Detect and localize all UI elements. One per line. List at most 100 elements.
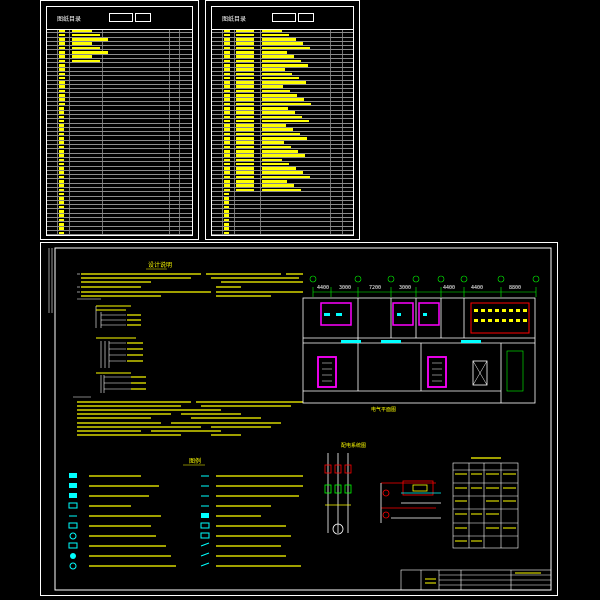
- index-row-text: [224, 154, 230, 157]
- index-row-text: [262, 158, 282, 162]
- index-row-text: [224, 115, 230, 119]
- index-row-text: [59, 51, 65, 54]
- index-row-text: [262, 171, 303, 174]
- index-row-text: [224, 119, 230, 123]
- index-row-text: [59, 188, 64, 192]
- index-row-text: [262, 132, 300, 136]
- title-block-text: [425, 572, 541, 584]
- index-row-text: [236, 162, 254, 166]
- index-row-text: [262, 149, 298, 153]
- right-index-header: 图纸目录: [212, 7, 353, 30]
- index-row-text: [262, 111, 295, 114]
- index-row-text: [59, 145, 64, 149]
- index-row-text: [59, 167, 64, 170]
- index-row-text: [236, 179, 254, 183]
- index-row-text: [224, 72, 230, 76]
- system-caption: 配电系统图: [341, 442, 366, 449]
- index-row-text: [262, 68, 285, 71]
- dim-label: 7200: [369, 285, 381, 291]
- index-row-text: [236, 111, 254, 114]
- index-row-text: [224, 184, 230, 187]
- index-row-text: [236, 68, 254, 71]
- index-row-text: [262, 94, 297, 97]
- index-row-text: [224, 145, 230, 149]
- index-row-text: [224, 46, 230, 50]
- index-row-text: [59, 76, 65, 80]
- left-index-header-marker: [109, 13, 133, 22]
- index-row-text: [224, 210, 229, 213]
- index-row-text: [59, 179, 64, 183]
- index-row-text: [72, 29, 92, 33]
- left-index-rows: [47, 29, 192, 236]
- system-diagram: [324, 453, 441, 535]
- index-row-text: [236, 59, 254, 63]
- index-row-text: [59, 210, 64, 213]
- design-notes-title: 设计说明: [148, 261, 172, 269]
- index-row-text: [236, 72, 254, 76]
- index-row-text: [262, 179, 287, 183]
- index-row-text: [236, 184, 254, 187]
- index-row-text: [59, 63, 65, 67]
- index-row-text: [59, 175, 64, 179]
- index-row-text: [236, 106, 254, 110]
- index-row-text: [59, 218, 64, 222]
- index-row-text: [262, 115, 302, 119]
- index-row-text: [224, 63, 230, 67]
- plan-dimension-labels: 4400 3000 7200 3000 4400 4400 8800: [317, 285, 521, 291]
- right-index-frame: 图纸目录: [211, 6, 354, 236]
- index-row-text: [236, 98, 254, 101]
- index-row-text: [224, 214, 229, 217]
- dim-label: 4400: [443, 285, 455, 291]
- index-row-text: [224, 98, 230, 101]
- equipment-table-cells: [455, 473, 516, 542]
- index-row-text: [59, 81, 65, 84]
- index-row-text: [224, 201, 229, 205]
- index-row-text: [224, 76, 230, 80]
- index-row-text: [236, 171, 254, 174]
- index-row-text: [224, 141, 230, 144]
- index-row-text: [236, 46, 254, 50]
- cable-tag-diagram: [95, 305, 146, 393]
- index-row-text: [262, 81, 306, 84]
- index-row-text: [224, 222, 229, 226]
- index-row-text: [262, 119, 309, 123]
- index-row-text: [236, 154, 254, 157]
- index-row-text: [224, 89, 230, 93]
- index-row-text: [236, 124, 254, 127]
- index-row-text: [262, 167, 296, 170]
- index-row-text: [224, 171, 230, 174]
- index-row-text: [224, 51, 230, 54]
- index-row-text: [262, 141, 284, 144]
- index-row-text: [224, 227, 229, 230]
- index-row-text: [59, 227, 64, 230]
- index-row-text: [224, 192, 229, 196]
- index-row-text: [59, 141, 64, 144]
- index-row-text: [59, 128, 64, 132]
- index-row-text: [262, 89, 290, 93]
- index-row-text: [262, 184, 294, 187]
- index-row-text: [59, 222, 64, 226]
- index-row-text: [236, 137, 254, 140]
- index-row-text: [224, 55, 230, 58]
- index-row: [212, 230, 353, 236]
- index-row-text: [224, 81, 230, 84]
- legend-left-column: [68, 473, 176, 570]
- index-row-text: [224, 188, 230, 192]
- dim-label: 8800: [509, 285, 521, 291]
- index-row-text: [236, 89, 254, 93]
- index-row-text: [262, 162, 289, 166]
- index-row-text: [224, 106, 230, 110]
- index-row-text: [262, 175, 310, 179]
- index-row-text: [59, 85, 65, 89]
- index-row-text: [262, 59, 301, 63]
- index-row-text: [262, 42, 303, 46]
- right-index-header-marker-2: [298, 13, 314, 22]
- index-row-text: [59, 214, 64, 217]
- index-row-text: [224, 59, 230, 63]
- index-row-text: [224, 167, 230, 170]
- index-row-text: [59, 68, 65, 71]
- index-row-text: [262, 72, 292, 76]
- index-row-text: [72, 33, 100, 37]
- right-index-header-marker: [272, 13, 296, 22]
- plan-caption: 电气平面图: [371, 406, 396, 413]
